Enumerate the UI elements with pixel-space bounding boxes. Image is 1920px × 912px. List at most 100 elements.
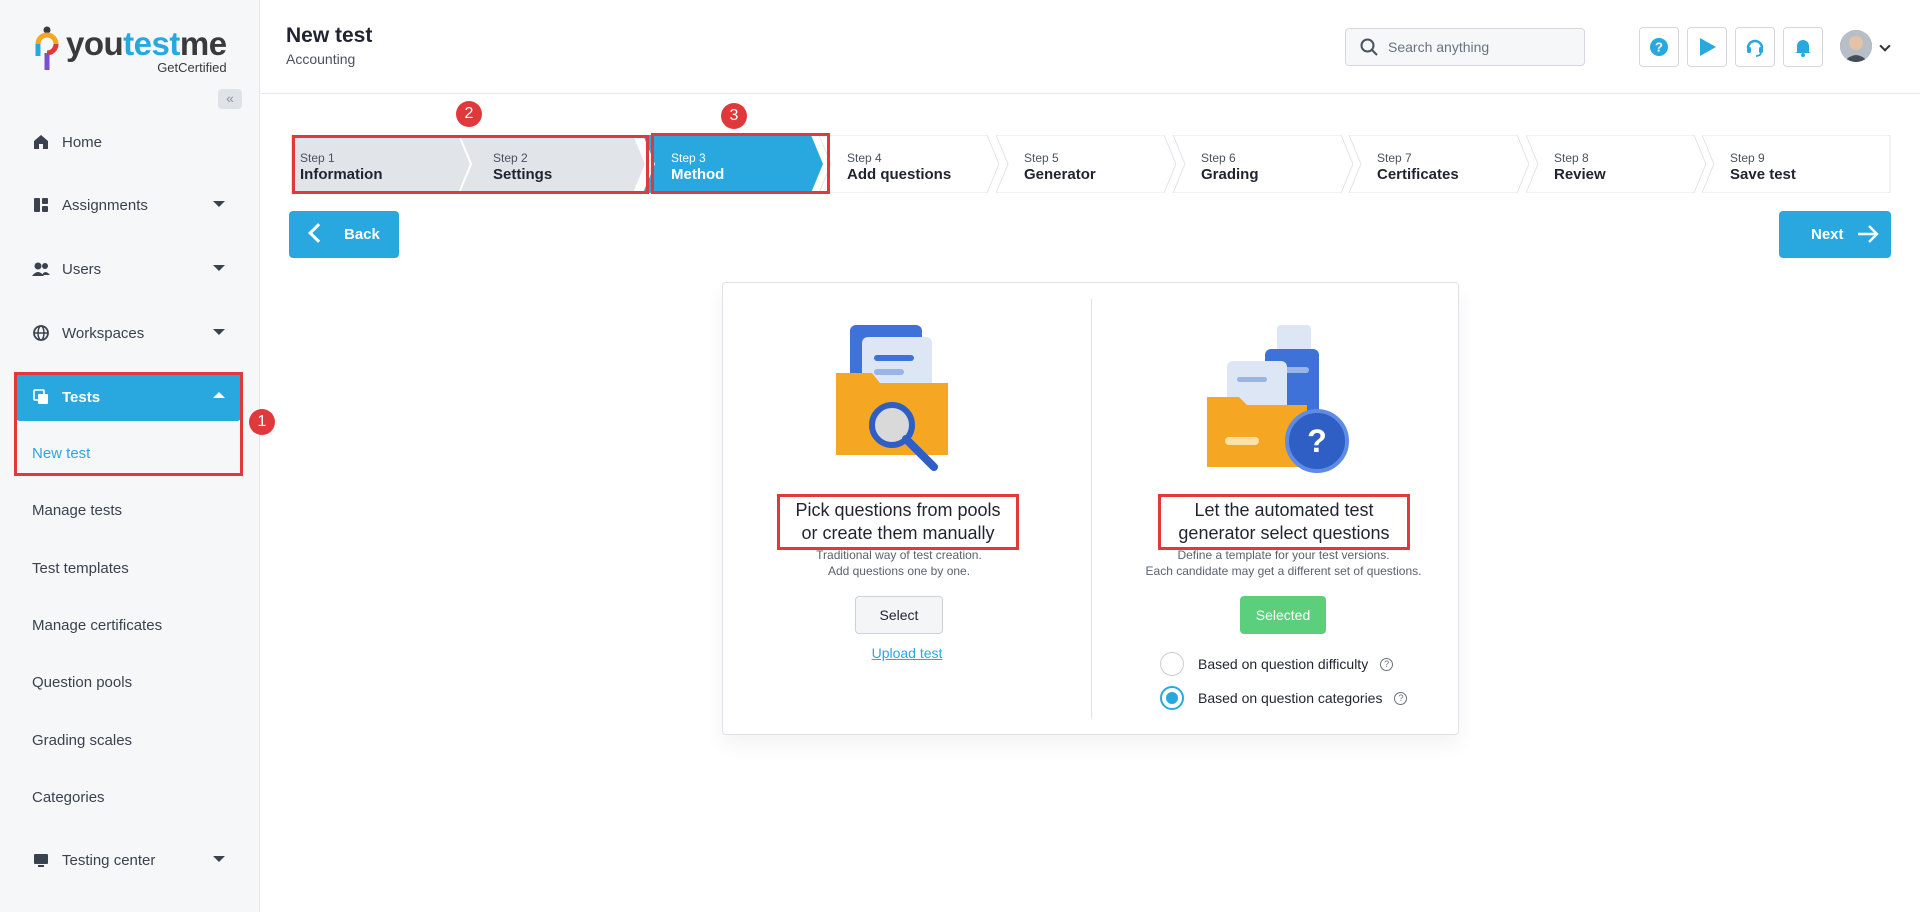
support-button[interactable] [1735,27,1775,67]
bell-icon [1795,40,1811,57]
option-auto-title: Let the automated test generator select … [1158,494,1410,550]
page-title: New test [286,24,373,47]
sidebar-subitem-manage-certificates[interactable]: Manage certificates [32,617,162,634]
sidebar-item-users[interactable]: Users [16,245,241,293]
next-button[interactable]: Next [1779,211,1891,258]
step-8[interactable]: Step 8 Review [1526,135,1706,193]
next-label: Next [1811,226,1844,243]
svg-text:?: ? [1655,40,1663,55]
option-manual-desc-line1: Traditional way of test creation. [816,548,982,562]
search-input[interactable]: Search anything [1345,28,1585,66]
annotation-badge-1: 1 [249,409,275,435]
step-label: Step 4 [847,151,882,165]
radio-categories-label: Based on question categories [1198,690,1383,706]
step-name: Grading [1201,166,1259,183]
help-icon[interactable]: ? [1380,657,1394,671]
assignments-icon [32,196,50,214]
radio-difficulty[interactable]: Based on question difficulty ? [1160,652,1394,676]
chevron-down-icon [213,201,225,207]
step-5[interactable]: Step 5 Generator [996,135,1176,193]
logo[interactable]: youtestme GetCertified [34,26,227,75]
sidebar-collapse-button[interactable]: « [218,89,242,109]
option-auto-description: Define a template for your test versions… [1107,547,1460,579]
step-name: Certificates [1377,166,1459,183]
folder-question-icon: ? [1207,325,1349,473]
search-placeholder: Search anything [1388,39,1490,55]
sidebar-item-label: Workspaces [62,324,145,342]
logo-you: you [66,25,124,62]
step-9[interactable]: Step 9 Save test [1702,135,1891,193]
play-button[interactable] [1687,27,1727,67]
option-manual-description: Traditional way of test creation. Add qu… [723,547,1075,579]
option-auto-title-line2: generator select questions [1178,523,1390,543]
users-icon [32,260,50,278]
step-label: Step 7 [1377,151,1412,165]
sidebar-subitem-question-pools[interactable]: Question pools [32,674,132,691]
chevron-down-icon [213,856,225,862]
radio-difficulty-input[interactable] [1160,652,1184,676]
upload-test-link[interactable]: Upload test [723,645,1091,661]
select-button[interactable]: Select [855,596,943,634]
sidebar-subitem-grading-scales[interactable]: Grading scales [32,732,132,749]
logo-mark-icon [34,26,60,74]
option-auto-desc-line2: Each candidate may get a different set o… [1145,564,1422,578]
sidebar-item-label: Assignments [62,196,148,214]
folder-search-icon [836,325,948,471]
option-manual-title-line1: Pick questions from pools [795,500,1001,520]
option-auto-title-line1: Let the automated test [1194,500,1374,520]
sidebar-item-workspaces[interactable]: Workspaces [16,309,241,357]
sidebar-subitem-test-templates[interactable]: Test templates [32,560,129,577]
chevron-left-icon [308,223,328,243]
page-subtitle: Accounting [286,51,356,67]
step-7[interactable]: Step 7 Certificates [1349,135,1529,193]
chevron-down-icon [213,265,225,271]
option-manual-title-line2: or create them manually [801,523,995,543]
option-manual-title: Pick questions from pools or create them… [777,494,1019,550]
play-icon [1700,38,1716,56]
monitor-icon [32,851,50,869]
step-label: Step 5 [1024,151,1059,165]
sidebar-item-testing-center[interactable]: Testing center [16,836,241,884]
back-button[interactable]: Back [289,211,399,258]
back-label: Back [344,226,380,243]
step-label: Step 8 [1554,151,1589,165]
logo-me: me [179,25,227,62]
sidebar-subitem-categories[interactable]: Categories [32,789,105,806]
step-shape [1173,135,1353,193]
help-icon: ? [1650,38,1668,56]
avatar[interactable] [1840,30,1872,62]
selected-button[interactable]: Selected [1240,596,1326,634]
step-shape [996,135,1176,193]
step-name: Review [1554,166,1606,183]
option-auto-desc-line1: Define a template for your test versions… [1177,548,1390,562]
step-name: Generator [1024,166,1096,183]
help-button[interactable]: ? [1639,27,1679,67]
sidebar-item-home[interactable]: Home [16,118,241,166]
logo-test: test [123,25,180,62]
step-name: Add questions [847,166,952,183]
sidebar-subitem-manage-tests[interactable]: Manage tests [32,502,122,519]
highlight-box-steps-1-2 [292,135,649,194]
step-6[interactable]: Step 6 Grading [1173,135,1353,193]
headset-icon [1746,39,1764,57]
notifications-button[interactable] [1783,27,1823,67]
sidebar-item-label: Users [62,260,102,278]
step-label: Step 6 [1201,151,1236,165]
card-divider [1091,299,1092,719]
annotation-badge-2: 2 [456,101,482,127]
highlight-box-step-3 [651,133,830,194]
arrow-right-icon [1858,225,1879,243]
home-icon [32,133,50,151]
method-card: Pick questions from pools or create them… [722,282,1459,735]
chevron-down-icon[interactable] [1879,40,1891,52]
radio-categories[interactable]: Based on question categories ? [1160,686,1408,710]
logo-text: youtestme GetCertified [66,25,227,76]
user-photo-icon [1840,30,1872,62]
option-manual-desc-line2: Add questions one by one. [827,564,971,578]
sidebar-item-assignments[interactable]: Assignments [16,181,241,229]
search-icon [1360,38,1378,56]
radio-categories-input[interactable] [1160,686,1184,710]
help-icon[interactable]: ? [1394,691,1408,705]
sidebar-item-label: Testing center [62,851,156,869]
step-4[interactable]: Step 4 Add questions [819,135,999,193]
